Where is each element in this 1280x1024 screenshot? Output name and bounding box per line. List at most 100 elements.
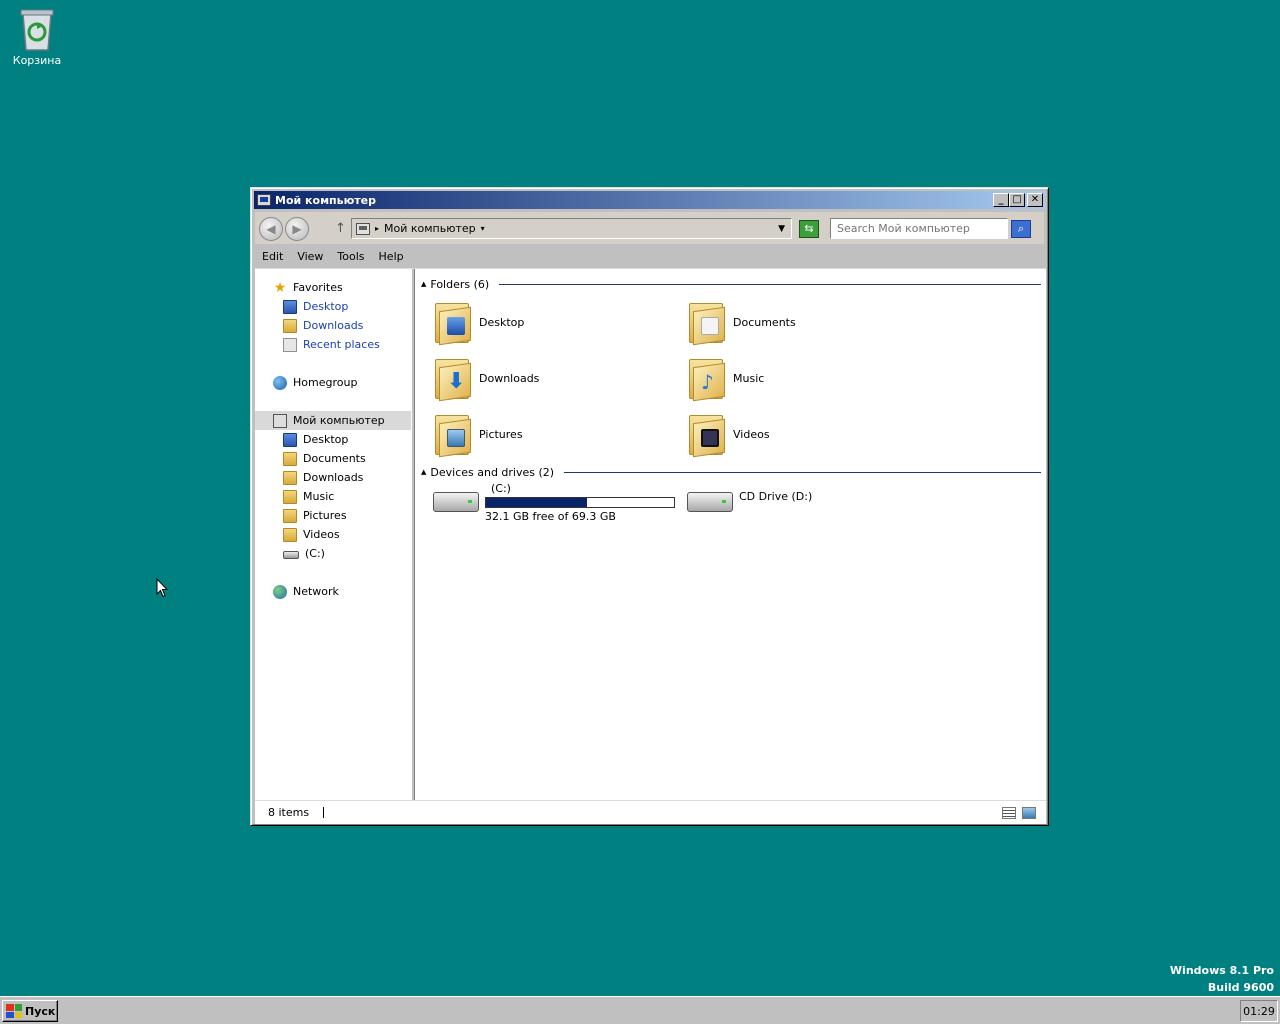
status-separator xyxy=(323,807,325,818)
folder-tile-music[interactable]: ♪ Music xyxy=(687,353,764,403)
nav-homegroup[interactable]: Homegroup xyxy=(273,373,357,392)
folder-tile-documents[interactable]: Documents xyxy=(687,297,796,347)
nav-computer-documents[interactable]: Documents xyxy=(283,449,366,468)
back-button[interactable]: ◀ xyxy=(259,217,283,241)
start-button[interactable]: Пуск xyxy=(2,1000,58,1022)
close-button[interactable]: ✕ xyxy=(1027,193,1043,207)
menu-help[interactable]: Help xyxy=(372,250,411,263)
refresh-button[interactable]: ⇆ xyxy=(799,220,819,238)
address-bar[interactable]: ▸ Мой компьютер ▾ ▼ xyxy=(351,218,792,239)
music-folder-icon: ♪ xyxy=(687,355,727,402)
breadcrumb-computer[interactable]: Мой компьютер xyxy=(384,222,476,235)
tile-label: Documents xyxy=(733,315,796,329)
desktop-icon xyxy=(283,299,297,314)
videos-folder-icon xyxy=(687,411,727,458)
content-area: ★ Favorites Desktop Downloads Recent pla… xyxy=(255,268,1046,801)
network-icon xyxy=(273,584,287,599)
status-bar: 8 items xyxy=(255,800,1046,824)
nav-favorites-downloads[interactable]: Downloads xyxy=(283,316,363,335)
menu-tools[interactable]: Tools xyxy=(330,250,371,263)
drive-tile-c[interactable]: (C:) 32.1 GB free of 69.3 GB xyxy=(433,477,675,527)
nav-favorites[interactable]: ★ Favorites xyxy=(273,278,343,297)
watermark-edition: Windows 8.1 Pro xyxy=(1169,964,1274,977)
nav-computer-downloads[interactable]: Downloads xyxy=(283,468,363,487)
maximize-button[interactable]: □ xyxy=(1009,193,1025,207)
breadcrumb-chevron-icon[interactable]: ▸ xyxy=(375,224,379,233)
os-watermark: Windows 8.1 Pro Build 9600 xyxy=(1170,962,1274,996)
drive-usage-fill xyxy=(486,497,587,507)
item-count: 8 items xyxy=(268,806,310,819)
drive-icon xyxy=(283,551,299,559)
window-title: Мой компьютер xyxy=(275,193,377,207)
details-view-icon[interactable] xyxy=(1002,807,1016,819)
recycle-bin-icon xyxy=(17,6,57,52)
collapse-triangle-icon[interactable]: ▲ xyxy=(421,280,426,288)
nav-favorites-desktop[interactable]: Desktop xyxy=(283,297,348,316)
nav-computer-pictures[interactable]: Pictures xyxy=(283,506,347,525)
title-bar[interactable]: Мой компьютер _ □ ✕ xyxy=(254,191,1045,209)
drive-label: (C:) xyxy=(491,481,511,495)
documents-folder-icon xyxy=(687,299,727,346)
homegroup-icon xyxy=(273,375,287,390)
drive-usage-bar xyxy=(485,496,675,508)
folder-tile-downloads[interactable]: ⬇ Downloads xyxy=(433,353,539,403)
up-arrow-icon[interactable]: ↑ xyxy=(335,221,346,236)
recent-places-icon xyxy=(283,337,297,352)
folder-tile-pictures[interactable]: Pictures xyxy=(433,409,523,459)
desktop-icon xyxy=(283,432,297,447)
large-icons-view-icon[interactable] xyxy=(1022,807,1036,819)
search-icon[interactable]: ⌕ xyxy=(1011,220,1031,238)
tile-label: Downloads xyxy=(479,371,540,385)
pictures-folder-icon xyxy=(283,508,297,523)
computer-icon xyxy=(273,413,287,428)
taskbar: Пуск 01:29 xyxy=(0,996,1280,1024)
folders-group-header[interactable]: ▲ Folders (6) xyxy=(421,276,1041,292)
tile-label: Music xyxy=(733,371,765,385)
computer-icon xyxy=(356,222,370,235)
folder-tile-videos[interactable]: Videos xyxy=(687,409,770,459)
nav-label: Desktop xyxy=(303,433,349,446)
drive-tile-d[interactable]: CD Drive (D:) xyxy=(687,477,812,527)
recycle-bin-desktop-icon[interactable]: Корзина xyxy=(8,6,66,67)
main-pane: ▲ Folders (6) Desktop Documents ⬇ Downlo… xyxy=(415,269,1046,801)
tile-label: Pictures xyxy=(479,427,523,441)
tile-label: Desktop xyxy=(479,315,525,329)
breadcrumb-dropdown-icon[interactable]: ▾ xyxy=(481,224,485,233)
nav-label: Network xyxy=(293,585,339,598)
downloads-folder-icon xyxy=(283,318,297,333)
forward-button[interactable]: ▶ xyxy=(285,217,309,241)
search-input[interactable] xyxy=(830,218,1008,239)
group-divider xyxy=(564,471,1041,473)
nav-label: Downloads xyxy=(303,471,364,484)
videos-folder-icon xyxy=(283,527,297,542)
nav-computer-c-drive[interactable]: (C:) xyxy=(283,544,325,563)
nav-network[interactable]: Network xyxy=(273,582,339,601)
nav-label: Desktop xyxy=(303,300,349,313)
hard-drive-icon xyxy=(433,492,479,512)
nav-computer-music[interactable]: Music xyxy=(283,487,334,506)
folder-tile-desktop[interactable]: Desktop xyxy=(433,297,524,347)
nav-label: Music xyxy=(303,490,335,503)
downloads-folder-icon: ⬇ xyxy=(433,355,473,402)
navigation-pane: ★ Favorites Desktop Downloads Recent pla… xyxy=(255,269,411,801)
collapse-triangle-icon[interactable]: ▲ xyxy=(421,468,426,476)
explorer-window: Мой компьютер _ □ ✕ ◀ ▶ ↑ ▸ Мой компьюте… xyxy=(250,187,1049,826)
group-divider xyxy=(499,283,1041,285)
nav-label: Мой компьютер xyxy=(293,414,385,427)
nav-label: Pictures xyxy=(303,509,347,522)
nav-computer-videos[interactable]: Videos xyxy=(283,525,340,544)
menu-view[interactable]: View xyxy=(290,250,330,263)
mouse-cursor-icon xyxy=(156,578,168,598)
nav-favorites-recent[interactable]: Recent places xyxy=(283,335,380,354)
nav-computer-desktop[interactable]: Desktop xyxy=(283,430,348,449)
minimize-button[interactable]: _ xyxy=(993,193,1009,207)
menu-bar: Edit View Tools Help xyxy=(255,246,1044,266)
address-history-dropdown-icon[interactable]: ▼ xyxy=(778,224,785,234)
nav-computer[interactable]: Мой компьютер xyxy=(255,411,411,430)
system-tray-clock[interactable]: 01:29 xyxy=(1240,1000,1278,1022)
address-toolbar: ◀ ▶ ↑ ▸ Мой компьютер ▾ ▼ ⇆ ⌕ xyxy=(255,212,1044,244)
menu-edit[interactable]: Edit xyxy=(255,250,290,263)
music-folder-icon xyxy=(283,489,297,504)
drive-label: CD Drive (D:) xyxy=(739,489,813,503)
nav-label: Homegroup xyxy=(293,376,358,389)
